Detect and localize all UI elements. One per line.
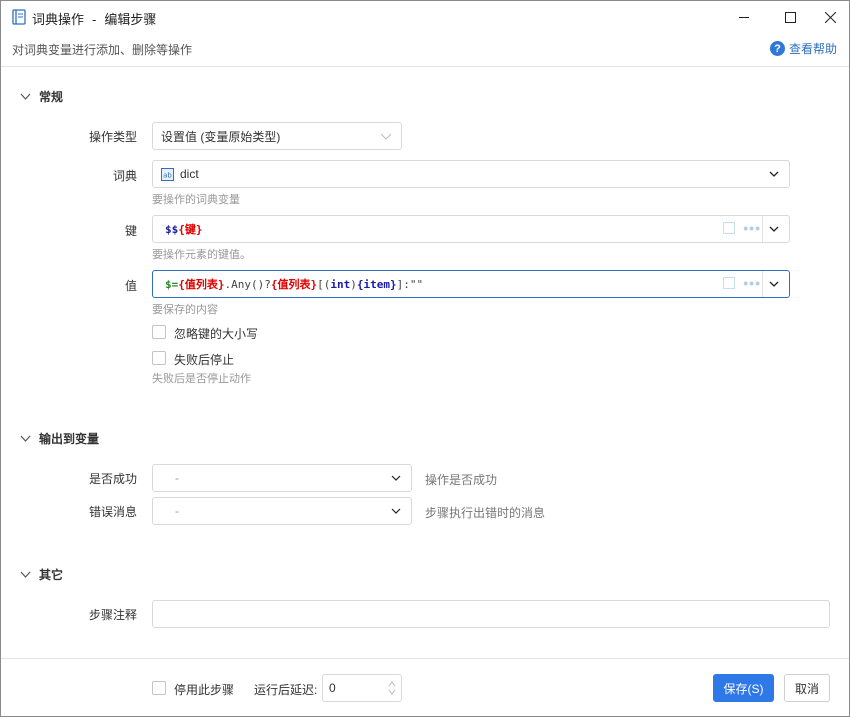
window-title: 词典操作 - 编辑步骤 <box>32 9 156 28</box>
title-separator: - <box>92 12 97 27</box>
key-close: } <box>195 223 203 236</box>
value-code-prefix: $= <box>165 278 179 291</box>
value-code-var2: {值列表} <box>270 278 318 291</box>
value-input-tools: ••• <box>723 276 761 290</box>
success-hint: 操作是否成功 <box>425 473 498 487</box>
expand-editor-icon[interactable] <box>723 222 736 234</box>
stepper-arrows-icon[interactable] <box>388 680 396 696</box>
value-code-bracket: [( <box>317 278 331 291</box>
value-input[interactable]: $={值列表}.Any()?{值列表}[(int){item}]:"" ••• <box>152 270 790 298</box>
value-code-item: {item} <box>356 278 397 291</box>
save-button[interactable]: 保存(S) <box>713 674 774 702</box>
dictionary-variable-icon: ab <box>161 167 174 181</box>
delay-value: 0 <box>329 681 336 695</box>
help-icon: ? <box>769 41 785 56</box>
section-output-header[interactable]: 输出到变量 <box>20 430 99 447</box>
help-label: 查看帮助 <box>788 42 837 56</box>
chevron-down-icon <box>20 571 31 578</box>
title-main: 词典操作 <box>32 12 85 27</box>
section-other-header[interactable]: 其它 <box>20 566 63 583</box>
error-msg-hint: 步骤执行出错时的消息 <box>425 506 546 520</box>
title-sub: 编辑步骤 <box>104 12 157 27</box>
chevron-down-icon <box>391 508 401 514</box>
comment-input[interactable] <box>152 600 830 628</box>
minimize-icon <box>738 16 749 18</box>
section-general-header[interactable]: 常规 <box>20 88 63 105</box>
error-msg-label: 错误消息 <box>88 505 137 519</box>
section-output-title: 输出到变量 <box>39 432 100 446</box>
value-code-var1: {值列表} <box>178 278 225 291</box>
maximize-icon <box>784 11 796 23</box>
chevron-down-icon <box>769 171 779 177</box>
value-code-any: .Any()? <box>224 278 271 291</box>
disable-step-label[interactable]: 停用此步骤 <box>174 681 234 698</box>
chevron-down-icon <box>20 435 31 442</box>
stop-on-fail-label[interactable]: 失败后停止 <box>174 351 234 368</box>
chevron-down-icon <box>381 133 391 140</box>
error-msg-select[interactable]: - <box>152 497 412 525</box>
section-other-title: 其它 <box>39 568 64 582</box>
more-options-icon[interactable]: ••• <box>743 221 761 235</box>
value-expression: $={值列表}.Any()?{值列表}[(int){item}]:"" <box>153 276 423 292</box>
close-button[interactable] <box>807 1 850 33</box>
key-expression: $${键} <box>153 221 203 237</box>
close-icon <box>824 11 836 23</box>
chevron-down-icon <box>391 475 401 481</box>
more-options-icon[interactable]: ••• <box>743 276 761 290</box>
key-input-tools: ••• <box>723 221 761 235</box>
success-value: - <box>175 471 179 485</box>
key-label: 键 <box>124 224 137 238</box>
delay-stepper[interactable]: 0 <box>322 674 402 702</box>
disable-step-checkbox[interactable] <box>152 681 166 695</box>
key-input[interactable]: $${键} ••• <box>152 215 790 243</box>
chevron-down-icon <box>20 93 31 100</box>
ignore-case-checkbox[interactable] <box>152 325 166 339</box>
op-type-select[interactable]: 设置值 (变量原始类型) <box>152 122 402 150</box>
section-general-title: 常规 <box>39 90 64 104</box>
dict-hint: 要操作的词典变量 <box>152 194 240 206</box>
value-input-divider <box>762 271 763 297</box>
stop-on-fail-checkbox[interactable] <box>152 351 166 365</box>
footer-divider <box>1 658 849 659</box>
key-var-name: 键 <box>184 223 196 236</box>
chevron-down-icon[interactable] <box>769 224 779 234</box>
key-hint: 要操作元素的键值。 <box>152 249 251 261</box>
ignore-case-label[interactable]: 忽略键的大小写 <box>174 325 258 342</box>
value-hint: 要保存的内容 <box>152 304 218 316</box>
comment-label: 步骤注释 <box>88 608 137 622</box>
dict-label: 词典 <box>112 169 137 183</box>
dict-select[interactable]: ab dict <box>152 160 790 188</box>
minimize-button[interactable] <box>721 1 767 33</box>
key-prefix: $$ <box>165 223 179 236</box>
expand-editor-icon[interactable] <box>723 277 736 289</box>
dialog-window: 词典操作 - 编辑步骤 对词典变量进行添加、删除等操作 ? 查看帮助 常规 操作类型… <box>0 0 850 717</box>
error-msg-value: - <box>175 504 179 518</box>
success-label: 是否成功 <box>88 472 137 486</box>
value-label: 值 <box>124 279 137 293</box>
dict-value: dict <box>180 167 199 181</box>
help-link[interactable]: ? 查看帮助 <box>769 40 837 57</box>
delay-label: 运行后延迟: <box>254 683 318 697</box>
key-input-divider <box>762 216 763 242</box>
key-open: { <box>178 223 185 236</box>
dialog-subtitle: 对词典变量进行添加、删除等操作 <box>12 43 193 57</box>
value-code-paren: ) <box>350 278 357 291</box>
success-select[interactable]: - <box>152 464 412 492</box>
cancel-button[interactable]: 取消 <box>784 674 830 702</box>
header-divider <box>1 66 849 67</box>
op-type-value: 设置值 (变量原始类型) <box>161 129 281 144</box>
svg-text:ab: ab <box>163 171 172 179</box>
title-bar: 词典操作 - 编辑步骤 <box>1 1 849 33</box>
app-icon <box>12 9 26 25</box>
op-type-label: 操作类型 <box>88 130 137 144</box>
value-code-tail: ]:"" <box>396 278 424 291</box>
value-code-int: int <box>330 278 351 291</box>
stop-on-fail-hint: 失败后是否停止动作 <box>152 373 251 385</box>
chevron-down-icon[interactable] <box>769 279 779 289</box>
